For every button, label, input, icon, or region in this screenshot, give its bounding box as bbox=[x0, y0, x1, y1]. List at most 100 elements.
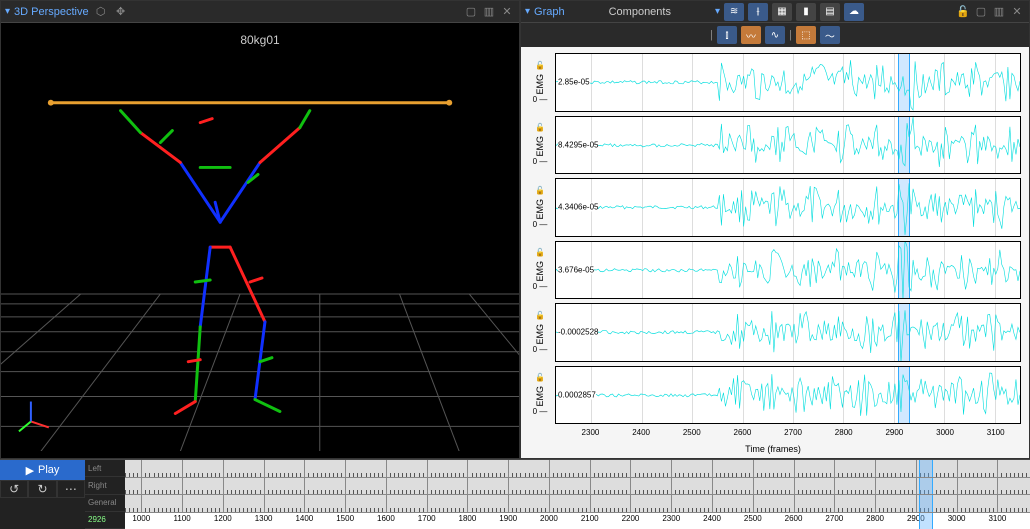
ruler-tick: 1300 bbox=[255, 514, 273, 523]
timeline-side-labels: Left Right General 2926 bbox=[85, 460, 125, 529]
ruler-tick: 2100 bbox=[581, 514, 599, 523]
x-tick-label: 2500 bbox=[683, 428, 701, 437]
ruler-tick: 2200 bbox=[622, 514, 640, 523]
timeline-area[interactable]: 1000110012001300140015001600170018001900… bbox=[125, 460, 1030, 529]
emg-channel-label: EMG bbox=[535, 261, 545, 282]
emg-plot[interactable]: 3.676e-05 bbox=[555, 241, 1021, 300]
timeline-cursor[interactable] bbox=[919, 478, 933, 495]
ruler-tick: 3100 bbox=[988, 514, 1006, 523]
close-icon[interactable]: ✕ bbox=[1009, 4, 1025, 20]
graph-tool-3[interactable]: ∿ bbox=[765, 26, 785, 44]
x-tick-label: 3000 bbox=[936, 428, 954, 437]
chevron-down-icon[interactable]: ▾ bbox=[715, 6, 720, 17]
maximize-icon[interactable]: ▢ bbox=[973, 4, 989, 20]
lock-icon[interactable]: 🔓 bbox=[535, 248, 545, 257]
divider-icon: | bbox=[710, 29, 713, 41]
ruler-tick: 1800 bbox=[459, 514, 477, 523]
ruler-tick: 2700 bbox=[825, 514, 843, 523]
tool-btn-5[interactable]: ▤ bbox=[820, 3, 840, 21]
tool-btn-6[interactable]: ☁ bbox=[844, 3, 864, 21]
side-label-left[interactable]: Left bbox=[85, 460, 125, 477]
ruler-tick: 2600 bbox=[785, 514, 803, 523]
graph-tool-5[interactable]: 〜 bbox=[820, 26, 840, 44]
timeline-ruler[interactable]: 1000110012001300140015001600170018001900… bbox=[125, 513, 1030, 529]
timeline-track-general[interactable] bbox=[125, 495, 1030, 513]
ruler-tick: 2000 bbox=[540, 514, 558, 523]
x-tick-label: 2700 bbox=[784, 428, 802, 437]
emg-channel-label: EMG bbox=[535, 386, 545, 407]
emg-plot[interactable]: -0.0002528 bbox=[555, 303, 1021, 362]
ruler-tick: 1500 bbox=[336, 514, 354, 523]
x-tick-label: 2900 bbox=[885, 428, 903, 437]
loop-back-button[interactable]: ↺ bbox=[0, 480, 28, 498]
3d-perspective-panel: ▾ 3D Perspective ⬡ ✥ ▢ ▥ ✕ 80kg01 bbox=[0, 0, 520, 459]
timeline-cursor[interactable] bbox=[919, 495, 933, 512]
side-label-general[interactable]: General bbox=[85, 495, 125, 512]
current-frame-display: 2926 bbox=[85, 512, 125, 529]
emg-channel-row: 🔓EMG0 —4.3406e-05 bbox=[525, 176, 1021, 239]
side-label-right[interactable]: Right bbox=[85, 477, 125, 494]
lock-icon[interactable]: 🔓 bbox=[535, 186, 545, 195]
collapse-icon[interactable]: ▾ bbox=[5, 6, 10, 17]
emg-y-value: 8.4295e-05 bbox=[558, 140, 598, 149]
divider-icon: | bbox=[789, 29, 792, 41]
split-icon[interactable]: ▥ bbox=[481, 4, 497, 20]
tool-btn-1[interactable]: ≋ bbox=[724, 3, 744, 21]
lock-icon[interactable]: 🔓 bbox=[955, 4, 971, 20]
3d-panel-title: 3D Perspective bbox=[14, 6, 89, 18]
emg-channel-row: 🔓EMG0 —8.4295e-05 bbox=[525, 114, 1021, 177]
emg-plot[interactable]: 2.85e-05 bbox=[555, 53, 1021, 112]
lock-icon[interactable]: 🔓 bbox=[535, 61, 545, 70]
emg-plot[interactable]: 4.3406e-05 bbox=[555, 178, 1021, 237]
emg-plot[interactable]: 8.4295e-05 bbox=[555, 116, 1021, 175]
more-button[interactable]: ⋯ bbox=[57, 480, 85, 498]
close-icon[interactable]: ✕ bbox=[499, 4, 515, 20]
emg-channel-row: 🔓EMG0 —2.85e-05 bbox=[525, 51, 1021, 114]
maximize-icon[interactable]: ▢ bbox=[463, 4, 479, 20]
ruler-tick: 2500 bbox=[744, 514, 762, 523]
ruler-tick: 2300 bbox=[662, 514, 680, 523]
x-tick-label: 2600 bbox=[734, 428, 752, 437]
timeline-cursor[interactable] bbox=[919, 460, 933, 477]
emg-y-value: 4.3406e-05 bbox=[558, 203, 598, 212]
play-button[interactable]: ▶ Play bbox=[0, 460, 85, 480]
3d-viewport[interactable]: 80kg01 bbox=[1, 23, 519, 458]
lock-icon[interactable]: 🔓 bbox=[535, 373, 545, 382]
tool-btn-4[interactable]: ▮ bbox=[796, 3, 816, 21]
x-tick-label: 2400 bbox=[632, 428, 650, 437]
collapse-icon[interactable]: ▾ bbox=[525, 6, 530, 17]
skeleton-render bbox=[1, 23, 519, 451]
emg-channel-row: 🔓EMG0 —3.676e-05 bbox=[525, 239, 1021, 302]
timeline-track-right[interactable] bbox=[125, 478, 1030, 496]
orbit-tool-icon[interactable]: ⬡ bbox=[93, 4, 109, 20]
emg-plot[interactable]: 0.0002857 bbox=[555, 366, 1021, 425]
components-dropdown[interactable]: Components bbox=[609, 6, 671, 18]
emg-channel-label: EMG bbox=[535, 136, 545, 157]
emg-channel-row: 🔓EMG0 —0.0002857 bbox=[525, 364, 1021, 427]
graph-tool-2[interactable]: 〰 bbox=[741, 26, 761, 44]
timeline-track-left[interactable] bbox=[125, 460, 1030, 478]
graph-tool-1[interactable]: ⫾ bbox=[717, 26, 737, 44]
emg-channel-label: EMG bbox=[535, 199, 545, 220]
tool-btn-3[interactable]: ▦ bbox=[772, 3, 792, 21]
ruler-tick: 3000 bbox=[948, 514, 966, 523]
lock-icon[interactable]: 🔓 bbox=[535, 311, 545, 320]
graph-tool-4[interactable]: ⬚ bbox=[796, 26, 816, 44]
ruler-tick: 1700 bbox=[418, 514, 436, 523]
loop-fwd-button[interactable]: ↻ bbox=[28, 480, 56, 498]
move-tool-icon[interactable]: ✥ bbox=[113, 4, 129, 20]
ruler-tick: 1400 bbox=[295, 514, 313, 523]
emg-channel-label: EMG bbox=[535, 74, 545, 95]
ruler-tick: 1900 bbox=[499, 514, 517, 523]
emg-channel-row: 🔓EMG0 —-0.0002528 bbox=[525, 301, 1021, 364]
lock-icon[interactable]: 🔓 bbox=[535, 123, 545, 132]
graph-panel-header: ▾ Graph Components ▾ ≋ ⫲ ▦ ▮ ▤ ☁ 🔓 ▢ ▥ ✕ bbox=[521, 1, 1029, 23]
ruler-tick: 1600 bbox=[377, 514, 395, 523]
emg-y-value: 2.85e-05 bbox=[558, 78, 590, 87]
emg-y-value: 0.0002857 bbox=[558, 390, 596, 399]
ruler-tick: 1200 bbox=[214, 514, 232, 523]
ruler-tick: 1000 bbox=[132, 514, 150, 523]
split-icon[interactable]: ▥ bbox=[991, 4, 1007, 20]
tool-btn-2[interactable]: ⫲ bbox=[748, 3, 768, 21]
graph-x-axis: 230024002500260027002800290030003100Time… bbox=[525, 426, 1021, 454]
